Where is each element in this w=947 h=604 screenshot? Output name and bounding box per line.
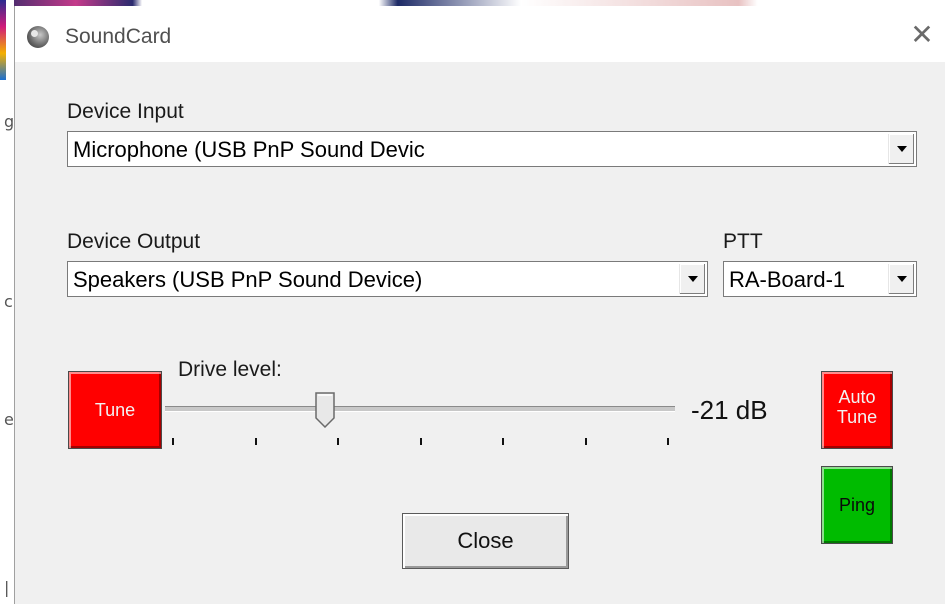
drive-level-slider-thumb[interactable] [315, 392, 336, 428]
ptt-select[interactable]: RA-Board-1 [723, 261, 917, 297]
background-image-fragment [0, 0, 6, 80]
slider-tick [172, 438, 174, 445]
device-output-value: Speakers (USB PnP Sound Device) [73, 267, 423, 292]
background-left-edge: g c e | [0, 0, 14, 604]
background-glyph: | [4, 578, 10, 597]
ping-button[interactable]: Ping [821, 466, 893, 544]
window-title: SoundCard [65, 25, 172, 48]
ptt-label: PTT [723, 230, 763, 253]
auto-tune-line2: Tune [836, 407, 878, 427]
auto-tune-line1: Auto [838, 387, 876, 407]
tune-button[interactable]: Tune [68, 371, 162, 449]
device-input-select[interactable]: Microphone (USB PnP Sound Devic [67, 131, 917, 167]
slider-tick [419, 438, 422, 445]
drive-level-readout: -21 dB [691, 395, 768, 425]
auto-tune-button[interactable]: Auto Tune [821, 371, 893, 449]
soundcard-dialog: SoundCard ✕ Device Input Microphone (USB… [14, 6, 945, 604]
background-glyph: e [4, 410, 14, 429]
background-glyph: g [4, 112, 15, 131]
ptt-value: RA-Board-1 [729, 267, 846, 292]
device-input-value: Microphone (USB PnP Sound Devic [73, 137, 425, 162]
title-bar[interactable]: SoundCard ✕ [15, 6, 945, 62]
drive-level-label: Drive level: [178, 358, 282, 381]
chevron-down-icon[interactable] [679, 264, 705, 294]
slider-tick [667, 438, 669, 445]
slider-tick [254, 438, 257, 445]
background-glyph: c [4, 292, 13, 311]
device-output-select[interactable]: Speakers (USB PnP Sound Device) [67, 261, 708, 297]
chevron-down-icon[interactable] [888, 134, 914, 164]
close-button[interactable]: Close [402, 513, 569, 569]
speaker-icon [27, 26, 49, 48]
device-input-label: Device Input [67, 100, 184, 123]
slider-tick [584, 438, 587, 445]
device-output-label: Device Output [67, 230, 201, 253]
slider-tick [337, 438, 339, 445]
chevron-down-icon[interactable] [888, 264, 914, 294]
drive-level-track[interactable] [165, 406, 675, 412]
close-icon[interactable]: ✕ [907, 20, 937, 50]
slider-tick [502, 438, 504, 445]
